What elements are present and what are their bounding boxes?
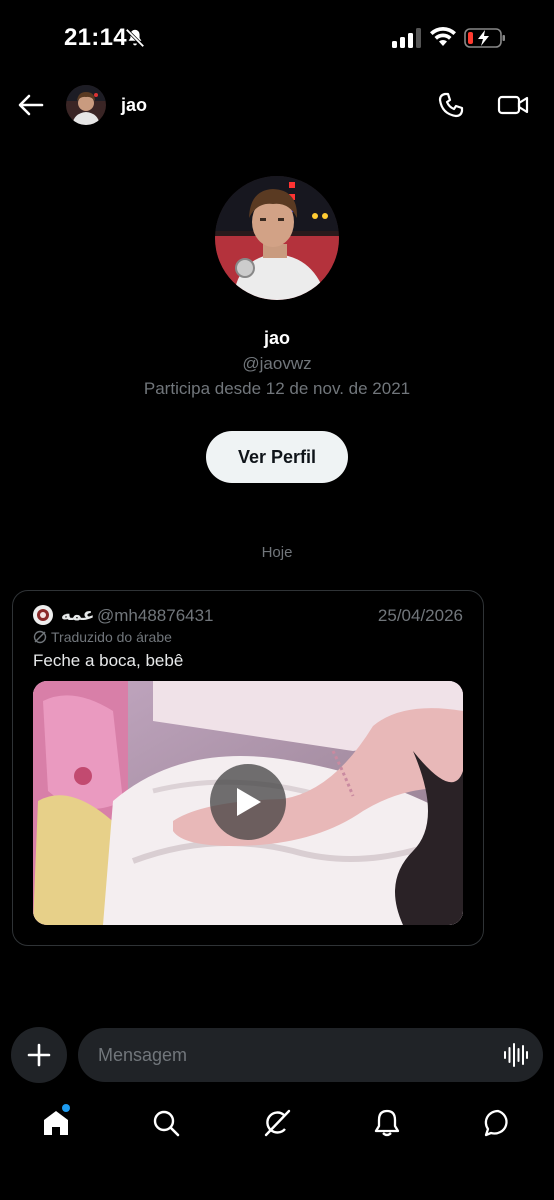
profile-handle: @jaovwz [242,354,312,373]
search-icon[interactable] [151,1108,181,1138]
voice-message-icon[interactable] [503,1042,529,1068]
status-time: 21:14 [64,24,127,51]
message-input[interactable] [98,1028,488,1082]
post-author-name: عمه [61,605,95,624]
message-field[interactable] [78,1028,543,1082]
grok-icon[interactable] [262,1108,292,1138]
cellular-signal-icon [392,28,421,48]
bottom-navigation [0,1096,554,1156]
conversation-header: jao [0,80,554,130]
post-date: 25/04/2026 [377,606,463,625]
post-author-avatar [33,605,53,625]
video-camera-icon[interactable] [496,90,530,120]
profile-joined-date: Participa desde 12 de nov. de 2021 [143,379,411,398]
play-icon [237,788,261,816]
notification-dot [62,1104,70,1112]
status-bar: 21:14 [0,0,554,76]
translated-label: Traduzido do árabe [33,629,172,645]
home-icon[interactable] [41,1108,71,1138]
profile-name: jao [263,328,290,348]
view-profile-button[interactable]: Ver Perfil [206,431,348,483]
notifications-icon[interactable] [372,1108,402,1138]
phone-icon[interactable] [436,90,466,120]
wifi-icon [430,26,456,46]
messages-icon[interactable] [483,1108,513,1138]
play-button[interactable] [210,764,286,840]
profile-avatar[interactable] [215,176,339,300]
bell-off-icon [125,28,145,48]
plus-icon [27,1043,51,1067]
back-arrow-icon[interactable] [16,90,46,120]
date-separator: Hoje [261,544,293,561]
avatar[interactable] [66,85,106,125]
translate-icon [33,630,47,644]
header-username[interactable]: jao [121,95,147,116]
translated-text: Traduzido do árabe [51,629,172,645]
post-video[interactable] [33,681,463,925]
add-attachment-button[interactable] [11,1027,67,1083]
battery-charging-icon [464,28,505,48]
post-author-handle: @mh48876431 [97,606,214,625]
shared-post-card[interactable]: عمه @mh48876431 25/04/2026 Traduzido do … [12,590,484,946]
post-text: Feche a boca, bebê [33,651,184,670]
